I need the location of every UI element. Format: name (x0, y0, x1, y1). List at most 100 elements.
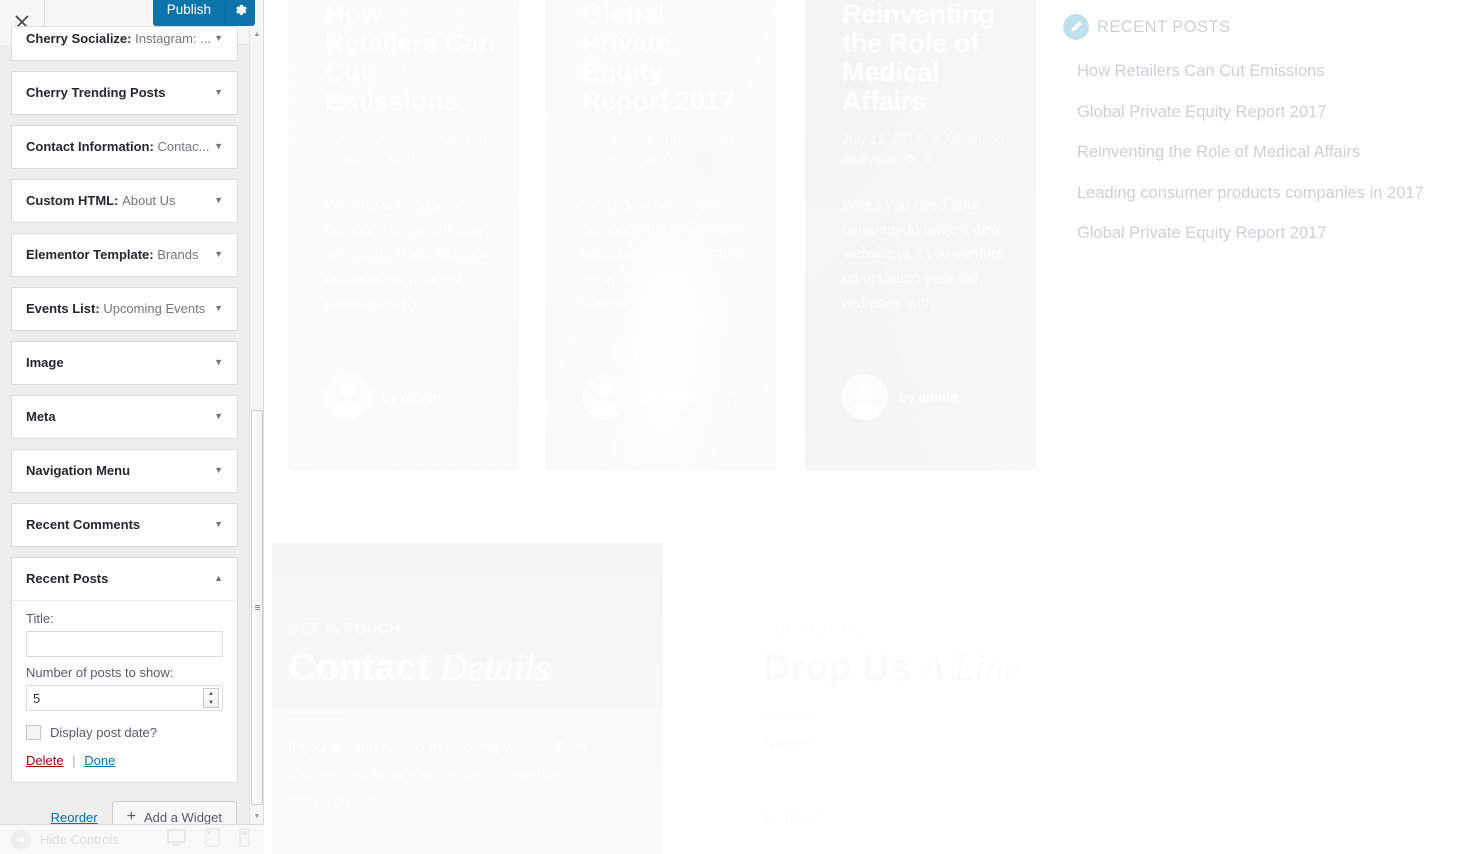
done-link[interactable]: Done (84, 753, 115, 768)
publish-button[interactable]: Publish (152, 0, 225, 26)
widget-panel-contact-information[interactable]: Contact Information: Contac... ▼ (11, 125, 238, 169)
scrollbar-thumb[interactable] (251, 410, 263, 805)
recent-posts-heading: RECENT POSTS (1097, 17, 1231, 36)
widget-header[interactable]: Navigation Menu ▼ (12, 450, 237, 492)
delete-widget-link[interactable]: Delete (26, 753, 64, 768)
scroll-up-arrow-icon[interactable]: ▲ (250, 26, 264, 42)
widget-panel-recent-comments[interactable]: Recent Comments ▼ (11, 503, 238, 547)
widget-panel-recent-posts[interactable]: Recent Posts ▲ Title: Number of posts to… (11, 557, 238, 783)
tablet-icon[interactable] (205, 827, 220, 852)
chevron-down-icon[interactable]: ▼ (214, 196, 223, 205)
avatar (842, 374, 888, 420)
widget-panel-events-list[interactable]: Events List: Upcoming Events ▼ (11, 287, 238, 331)
post-title[interactable]: Reinventing the Role of Medical Affairs (842, 0, 1012, 116)
recent-post-link[interactable]: Global Private Equity Report 2017 (1077, 103, 1326, 121)
chevron-down-icon[interactable]: ▼ (214, 142, 223, 151)
chevron-down-icon[interactable]: ▼ (214, 466, 223, 475)
widget-panel-elementor-template[interactable]: Elementor Template: Brands ▼ (11, 233, 238, 277)
desktop-icon[interactable] (167, 828, 186, 851)
reorder-link[interactable]: Reorder (51, 810, 98, 825)
chevron-up-icon[interactable]: ▲ (214, 574, 223, 583)
widget-panel-image[interactable]: Image ▼ (11, 341, 238, 385)
widget-header[interactable]: Recent Posts ▲ (12, 558, 237, 601)
widget-panel-cherry-trending-posts[interactable]: Cherry Trending Posts ▼ (11, 71, 238, 115)
widget-title-input[interactable] (26, 631, 223, 657)
site-preview-frame[interactable]: How Retailers Can Cut Emissions July 12,… (264, 0, 1471, 854)
hide-controls-button[interactable]: ◀ Hide Controls (0, 829, 119, 850)
post-comment-count: 0 (407, 151, 415, 167)
post-excerpt: When you need your company to have a new… (582, 195, 745, 313)
recent-posts-list: How Retailers Can Cut Emissions Global P… (1077, 62, 1471, 243)
list-item[interactable]: Global Private Equity Report 2017 (1077, 224, 1471, 243)
blog-post-card[interactable]: How Retailers Can Cut Emissions July 12,… (288, 0, 519, 470)
sidebar-scrollbar[interactable]: ▲ ▼ (249, 26, 263, 824)
widget-header[interactable]: Elementor Template: Brands ▼ (12, 234, 237, 276)
post-title[interactable]: Global Private Equity Report 2017 (582, 0, 752, 116)
email-field[interactable]: E-mail * (763, 810, 1040, 842)
chevron-down-icon[interactable]: ▼ (214, 250, 223, 259)
pencil-edit-icon[interactable] (1063, 14, 1089, 40)
chevron-down-icon[interactable]: ▼ (214, 304, 223, 313)
display-post-date-checkbox[interactable] (26, 725, 41, 740)
comment-bubble-icon (644, 151, 657, 171)
widget-panel-navigation-menu[interactable]: Navigation Menu ▼ (11, 449, 238, 493)
recent-post-link[interactable]: Reinventing the Role of Medical Affairs (1077, 143, 1360, 161)
post-title[interactable]: How Retailers Can Cut Emissions (325, 0, 495, 116)
list-item[interactable]: Reinventing the Role of Medical Affairs (1077, 143, 1471, 162)
chevron-down-icon[interactable]: ▼ (214, 520, 223, 529)
post-comment-count: 0 (664, 151, 672, 167)
list-item[interactable]: How Retailers Can Cut Emissions (1077, 62, 1471, 81)
post-meta: July 12, 2017 in Advanced analytics 0 (582, 130, 752, 171)
widget-header[interactable]: Meta ▼ (12, 396, 237, 438)
post-category-prefix: in (413, 131, 424, 147)
widget-header[interactable]: Cherry Trending Posts ▼ (12, 72, 237, 114)
widgets-scroll-area[interactable]: Cherry Socialize: Instagram: ... ▼ Cherr… (0, 26, 249, 824)
chevron-down-icon[interactable]: ▼ (214, 34, 223, 43)
title-label: Title: (26, 611, 54, 626)
post-count-label: Number of posts to show: (26, 665, 174, 680)
widget-header[interactable]: Custom HTML: About Us ▼ (12, 180, 237, 222)
chevron-down-icon[interactable]: ▼ (214, 412, 223, 421)
avatar (582, 374, 628, 420)
comment-bubble-icon (387, 151, 400, 171)
display-post-date-row[interactable]: Display post date? (26, 725, 223, 740)
widget-header[interactable]: Cherry Socialize: Instagram: ... ▼ (12, 27, 237, 60)
preview-recent-posts-widget[interactable]: RECENT POSTS How Retailers Can Cut Emiss… (1063, 0, 1471, 265)
widget-header[interactable]: Events List: Upcoming Events ▼ (12, 288, 237, 330)
list-item[interactable]: Global Private Equity Report 2017 (1077, 103, 1471, 122)
name-field[interactable]: Name * (763, 734, 1040, 766)
widget-title: Recent Comments (26, 517, 141, 532)
recent-post-link[interactable]: Global Private Equity Report 2017 (1077, 224, 1326, 242)
blog-post-card[interactable]: Global Private Equity Report 2017 July 1… (545, 0, 776, 470)
post-excerpt: When you need your company to have a new… (842, 195, 1005, 313)
chevron-down-icon[interactable]: ▼ (214, 88, 223, 97)
scroll-down-arrow-icon[interactable]: ▼ (250, 808, 264, 824)
post-author: by admin (582, 374, 698, 420)
widget-panel-custom-html[interactable]: Custom HTML: About Us ▼ (11, 179, 238, 223)
blog-post-card[interactable]: Reinventing the Role of Medical Affairs … (805, 0, 1036, 470)
widget-panel-cherry-socialize[interactable]: Cherry Socialize: Instagram: ... ▼ (11, 26, 238, 61)
comment-bubble-icon (904, 151, 917, 171)
contact-details-paragraph: If you are interested in working with us… (288, 738, 587, 811)
number-stepper[interactable]: ▲ ▼ (203, 688, 219, 708)
widget-header[interactable]: Contact Information: Contac... ▼ (12, 126, 237, 168)
post-count-input[interactable] (26, 685, 223, 711)
widget-header[interactable]: Image ▼ (12, 342, 237, 384)
widget-panel-meta[interactable]: Meta ▼ (11, 395, 238, 439)
widget-header[interactable]: Recent Comments ▼ (12, 504, 237, 546)
gear-icon[interactable] (225, 0, 255, 26)
add-widget-label: Add a Widget (143, 809, 222, 825)
plus-icon: + (126, 808, 136, 825)
widget-title: Meta (26, 409, 56, 424)
mobile-icon[interactable] (239, 827, 250, 852)
post-excerpt: When you need your company to have a new… (325, 195, 488, 313)
list-item[interactable]: Leading consumer products companies in 2… (1077, 184, 1471, 203)
customizer-footer: ◀ Hide Controls (0, 824, 264, 854)
widget-title: Recent Posts (26, 571, 109, 586)
post-comment-count: 0 (924, 151, 932, 167)
recent-post-link[interactable]: How Retailers Can Cut Emissions (1077, 62, 1325, 80)
chevron-down-icon[interactable]: ▼ (214, 358, 223, 367)
recent-post-link[interactable]: Leading consumer products companies in 2… (1077, 184, 1424, 202)
collapse-left-icon: ◀ (11, 829, 31, 850)
add-widget-button[interactable]: + Add a Widget (111, 801, 237, 825)
